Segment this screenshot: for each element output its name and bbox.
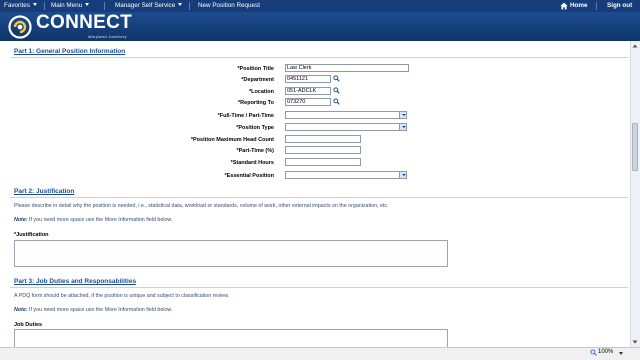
nav-divider [189,2,190,10]
manager-self-service-menu[interactable]: Manager Self Service [115,1,183,11]
note-label: Note: [14,217,28,223]
essential-position-label: *Essential Position [224,173,274,179]
section-divider [10,197,628,198]
brand-subtitle: Maryland Judiciary [88,34,127,39]
chevron-down-icon[interactable] [399,112,406,118]
top-navbar: Favorites Main Menu Manager Self Service… [0,0,640,12]
justification-label: *Justification [14,232,49,238]
favorites-menu[interactable]: Favorites [4,1,37,11]
position-type-select[interactable] [285,123,407,131]
zoom-magnifier-icon[interactable] [590,349,597,356]
vertical-scrollbar[interactable] [630,41,640,347]
justification-textarea[interactable] [14,240,448,267]
scroll-down-arrow-icon[interactable] [631,338,639,346]
connect-logo-icon [8,15,32,39]
home-link[interactable]: Home [570,1,588,11]
part-time-pct-input[interactable] [285,146,361,154]
nav-divider [596,2,597,10]
home-icon[interactable] [560,2,568,10]
part3-note: Note: If you need more space use the Mor… [14,307,172,313]
position-title-label: *Position Title [237,66,274,72]
note-text: If you need more space use the More Info… [27,217,173,223]
position-type-label: *Position Type [236,125,274,131]
scroll-up-arrow-icon[interactable] [631,42,639,50]
reporting-to-label: *Reporting To [238,100,274,106]
part3-description: A PDQ form should be attached, if the po… [14,293,230,299]
chevron-down-icon[interactable] [399,124,406,130]
position-title-input[interactable]: Law Clerk [285,64,409,72]
department-label: *Department [241,77,274,83]
job-duties-label: Job Duties [14,322,43,328]
note-label: Note: [14,307,28,313]
part2-note: Note: If you need more space use the Mor… [14,217,172,223]
standard-hours-input[interactable] [285,158,361,166]
part2-description: Please describe in detail why the positi… [14,203,389,209]
scrollbar-thumb[interactable] [632,123,638,171]
nav-divider [44,2,45,10]
full-part-time-select[interactable] [285,111,407,119]
note-text: If you need more space use the More Info… [27,307,173,313]
reporting-to-input[interactable]: 073270 [285,98,331,106]
max-head-count-input[interactable] [285,135,361,143]
lookup-search-icon[interactable] [333,75,340,82]
nav-divider [104,2,105,10]
manager-self-service-label: Manager Self Service [115,2,176,9]
part2-title: Part 2: Justification [14,188,75,195]
department-input[interactable]: 0451121 [285,75,331,83]
part1-title: Part 1: General Position Information [14,48,126,55]
max-head-count-label: *Position Maximum Head Count [190,137,274,143]
section-divider [10,287,628,288]
chevron-down-icon [178,3,183,6]
main-content: Part 1: General Position Information *Po… [0,41,630,347]
chevron-down-icon [32,3,37,6]
brand-name: CONNECT [36,12,133,33]
full-part-time-label: *Full-Time / Part-Time [217,113,274,119]
part-time-pct-label: *Part-Time (%) [236,148,275,154]
job-duties-textarea[interactable] [14,329,448,347]
main-menu[interactable]: Main Menu [51,1,90,11]
sign-out-link[interactable]: Sign out [607,1,632,11]
standard-hours-label: *Standard Hours [230,160,274,166]
browser-status-bar [0,347,640,360]
chevron-down-icon[interactable] [619,352,623,355]
location-input[interactable]: 051-ADCLK [285,87,331,95]
location-label: *Location [248,89,274,95]
part3-title: Part 3: Job Duties and Responsabilities [14,278,137,285]
zoom-level[interactable]: 100% [598,349,613,355]
breadcrumb-current-page[interactable]: New Position Request [198,1,260,11]
lookup-search-icon[interactable] [333,87,340,94]
section-divider [10,57,628,58]
chevron-down-icon [85,3,90,6]
main-menu-label: Main Menu [51,2,83,9]
chevron-down-icon[interactable] [399,172,406,178]
lookup-search-icon[interactable] [333,98,340,105]
favorites-label: Favorites [4,2,30,9]
essential-position-select[interactable] [285,171,407,179]
